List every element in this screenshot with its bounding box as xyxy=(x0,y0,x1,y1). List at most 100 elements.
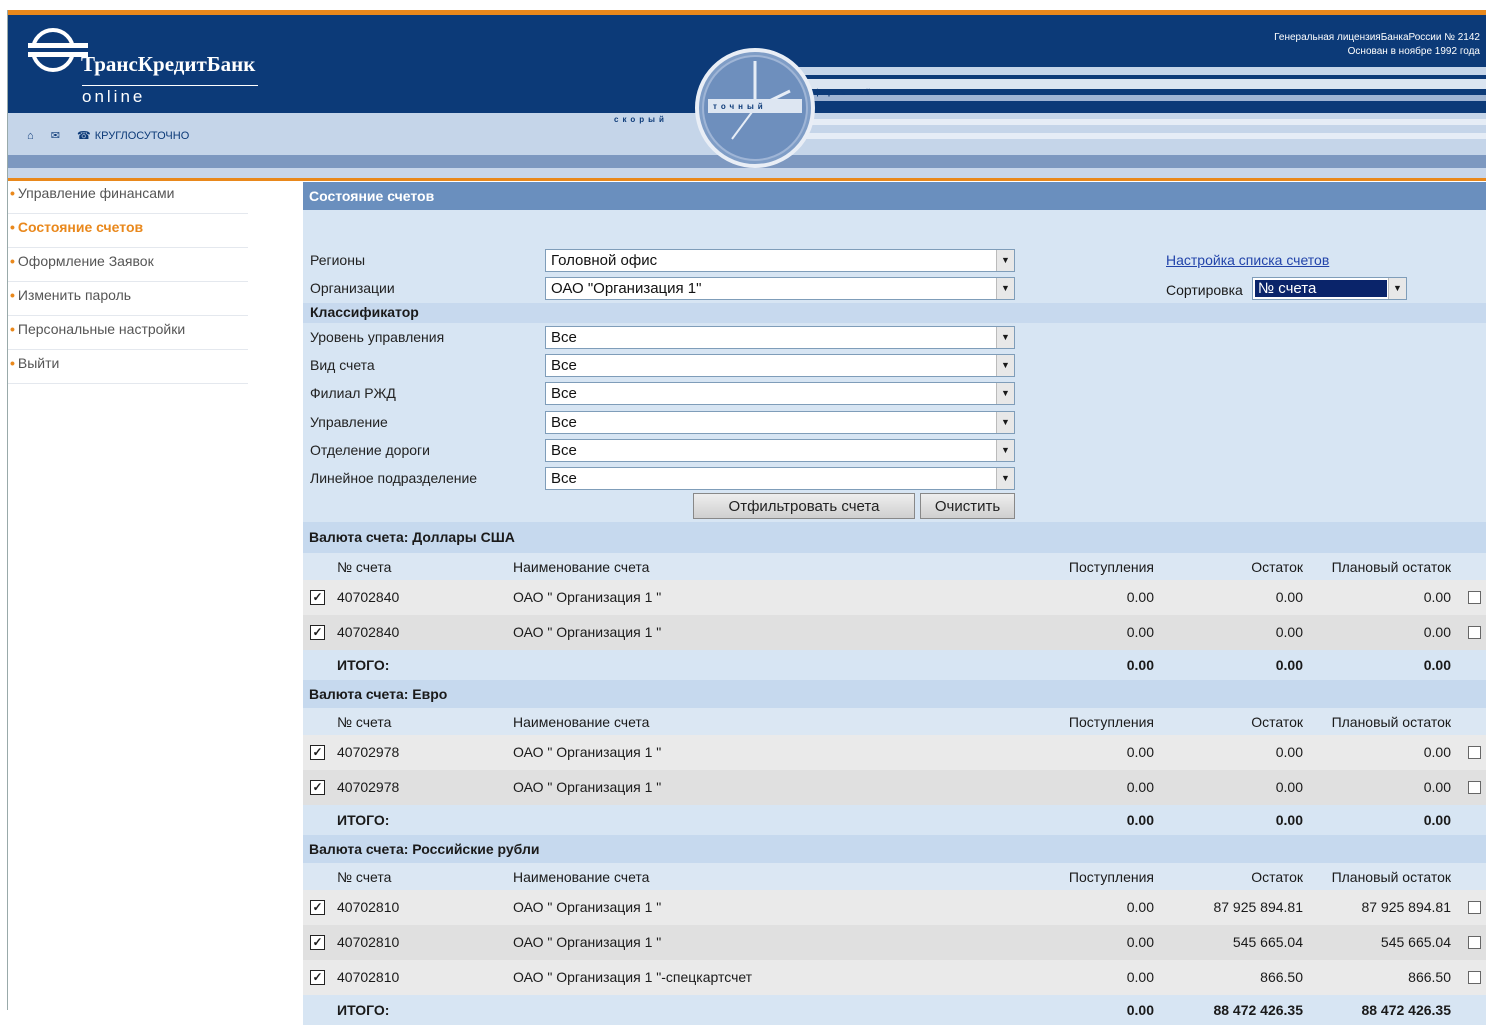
row-select-checkbox[interactable] xyxy=(1468,936,1481,949)
total-row: ИТОГО: 0.00 88 472 426.35 88 472 426.35 xyxy=(303,995,1486,1025)
table-row[interactable]: ✓ 40702840 ОАО " Организация 1 " 0.00 0.… xyxy=(303,580,1486,615)
col-planned: Плановый остаток xyxy=(1331,869,1451,885)
currency-header: Валюта счета: Доллары США xyxy=(303,522,1486,553)
chevron-down-icon[interactable]: ▼ xyxy=(996,355,1014,376)
clear-button[interactable]: Очистить xyxy=(920,493,1015,519)
col-account-no: № счета xyxy=(337,869,392,885)
branch-label: Филиал РЖД xyxy=(310,385,396,401)
col-income: Поступления xyxy=(1068,714,1154,730)
filter-row-acct-type: Вид счета Все ▼ xyxy=(303,351,1023,379)
row-select-checkbox[interactable] xyxy=(1468,901,1481,914)
row-select-checkbox[interactable] xyxy=(1468,781,1481,794)
acct-type-select[interactable]: Все ▼ xyxy=(545,354,1015,377)
planned-value: 545 665.04 xyxy=(1380,934,1451,950)
line-select[interactable]: Все ▼ xyxy=(545,467,1015,490)
row-checkbox[interactable]: ✓ xyxy=(310,745,325,760)
filter-accounts-button[interactable]: Отфильтровать счета xyxy=(693,493,915,519)
currency-group-rub: Валюта счета: Российские рубли № счета Н… xyxy=(303,835,1486,1025)
filter-row-org: Организации ОАО "Организация 1" ▼ xyxy=(303,274,1023,302)
mgmt-select[interactable]: Все ▼ xyxy=(545,411,1015,434)
total-label: ИТОГО: xyxy=(337,657,390,673)
balance-value: 0.00 xyxy=(1275,589,1303,605)
org-select[interactable]: ОАО "Организация 1" ▼ xyxy=(545,277,1015,300)
table-row[interactable]: ✓ 40702840 ОАО " Организация 1 " 0.00 0.… xyxy=(303,615,1486,650)
sidebar-nav: • Управление финансами • Состояние счетов … xyxy=(8,180,248,384)
chevron-down-icon[interactable]: ▼ xyxy=(996,440,1014,461)
planned-value: 0.00 xyxy=(1423,624,1451,640)
total-income: 0.00 xyxy=(1126,812,1154,828)
filter-row-regions: Регионы Головной офис ▼ xyxy=(303,246,1023,274)
table-row[interactable]: ✓ 40702810 ОАО " Организация 1 " 0.00 87… xyxy=(303,890,1486,925)
chevron-down-icon[interactable]: ▼ xyxy=(996,327,1014,348)
account-number[interactable]: 40702810 xyxy=(337,934,399,950)
chevron-down-icon[interactable]: ▼ xyxy=(996,383,1014,404)
sidebar-item-change-password[interactable]: • Изменить пароль xyxy=(8,282,248,316)
filter-panel: Регионы Головной офис ▼ Организации ОАО "… xyxy=(303,210,1486,522)
currency-header: Валюта счета: Российские рубли xyxy=(303,835,1486,863)
chevron-down-icon[interactable]: ▼ xyxy=(996,468,1014,489)
account-name: ОАО " Организация 1 " xyxy=(513,624,662,640)
regions-select[interactable]: Головной офис ▼ xyxy=(545,249,1015,272)
table-row[interactable]: ✓ 40702978 ОАО " Организация 1 " 0.00 0.… xyxy=(303,770,1486,805)
account-number[interactable]: 40702978 xyxy=(337,779,399,795)
table-row[interactable]: ✓ 40702810 ОАО " Организация 1 " 0.00 54… xyxy=(303,925,1486,960)
chevron-down-icon[interactable]: ▼ xyxy=(996,278,1014,299)
account-number[interactable]: 40702840 xyxy=(337,589,399,605)
row-select-checkbox[interactable] xyxy=(1468,626,1481,639)
row-select-checkbox[interactable] xyxy=(1468,746,1481,759)
chevron-down-icon[interactable]: ▼ xyxy=(996,250,1014,271)
account-number[interactable]: 40702810 xyxy=(337,969,399,985)
header-quick-links: ⌂ ✉ ☎ КРУГЛОСУТОЧНО xyxy=(27,129,203,142)
sidebar-item-finance[interactable]: • Управление финансами xyxy=(8,180,248,214)
level-select[interactable]: Все ▼ xyxy=(545,326,1015,349)
account-number[interactable]: 40702840 xyxy=(337,624,399,640)
branch-select[interactable]: Все ▼ xyxy=(545,382,1015,405)
col-balance: Остаток xyxy=(1251,714,1303,730)
row-checkbox[interactable]: ✓ xyxy=(310,625,325,640)
table-row[interactable]: ✓ 40702978 ОАО " Организация 1 " 0.00 0.… xyxy=(303,735,1486,770)
account-number[interactable]: 40702810 xyxy=(337,899,399,915)
row-select-checkbox[interactable] xyxy=(1468,971,1481,984)
row-checkbox[interactable]: ✓ xyxy=(310,900,325,915)
bullet-icon: • xyxy=(10,355,15,371)
balance-value: 87 925 894.81 xyxy=(1213,899,1303,915)
sort-select[interactable]: № счета ▼ xyxy=(1252,277,1407,300)
bullet-icon: • xyxy=(10,287,15,303)
account-number[interactable]: 40702978 xyxy=(337,744,399,760)
sidebar-item-account-status[interactable]: • Состояние счетов xyxy=(8,214,248,248)
col-planned: Плановый остаток xyxy=(1331,559,1451,575)
sidebar-item-settings[interactable]: • Персональные настройки xyxy=(8,316,248,350)
sidebar-item-requests[interactable]: • Оформление Заявок xyxy=(8,248,248,282)
col-account-name: Наименование счета xyxy=(513,559,650,575)
chevron-down-icon[interactable]: ▼ xyxy=(1388,278,1406,299)
select-value: Все xyxy=(551,357,577,374)
acct-type-label: Вид счета xyxy=(310,357,375,373)
header-stripe xyxy=(798,119,1486,125)
phone-icon[interactable]: ☎ xyxy=(77,130,91,142)
filter-row-line: Линейное подразделение Все ▼ xyxy=(303,464,1023,492)
license-info: Генеральная лицензияБанкаРоссии № 2142 О… xyxy=(1274,31,1480,59)
sidebar-item-label: Управление финансами xyxy=(17,185,175,201)
total-balance: 0.00 xyxy=(1275,657,1303,673)
income-value: 0.00 xyxy=(1126,589,1154,605)
row-checkbox[interactable]: ✓ xyxy=(310,970,325,985)
column-header-row: № счета Наименование счета Поступления О… xyxy=(303,553,1486,580)
account-name: ОАО " Организация 1 " xyxy=(513,779,662,795)
motto-fast: скорый xyxy=(614,115,668,124)
row-checkbox[interactable]: ✓ xyxy=(310,590,325,605)
chevron-down-icon[interactable]: ▼ xyxy=(996,412,1014,433)
filter-row-branch: Филиал РЖД Все ▼ xyxy=(303,379,1023,407)
home-icon[interactable]: ⌂ xyxy=(27,130,34,142)
sidebar-item-logout[interactable]: • Выйти xyxy=(8,350,248,384)
total-planned: 88 472 426.35 xyxy=(1361,1002,1451,1018)
income-value: 0.00 xyxy=(1126,744,1154,760)
site-header: ТрансКредитБанк online Генеральная лицен… xyxy=(8,15,1486,178)
row-select-checkbox[interactable] xyxy=(1468,591,1481,604)
road-select[interactable]: Все ▼ xyxy=(545,439,1015,462)
mail-icon[interactable]: ✉ xyxy=(51,130,60,142)
select-value: Головной офис xyxy=(551,252,658,269)
table-row[interactable]: ✓ 40702810 ОАО " Организация 1 "-спецкар… xyxy=(303,960,1486,995)
row-checkbox[interactable]: ✓ xyxy=(310,935,325,950)
account-list-settings-link[interactable]: Настройка списка счетов xyxy=(1166,252,1329,268)
row-checkbox[interactable]: ✓ xyxy=(310,780,325,795)
